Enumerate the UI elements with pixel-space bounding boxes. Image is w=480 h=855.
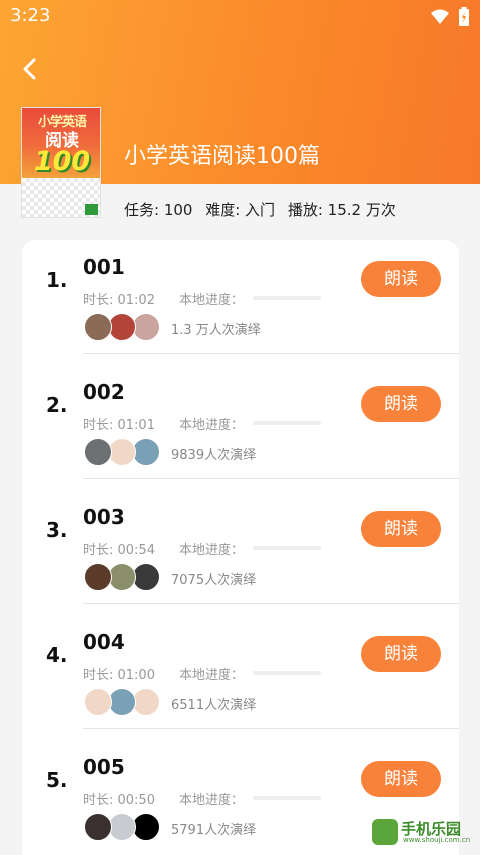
book-title: 小学英语阅读100篇	[124, 144, 320, 169]
difficulty: 难度: 入门	[205, 201, 276, 219]
progress-label: 本地进度：	[179, 543, 245, 558]
avatar[interactable]	[84, 813, 112, 841]
read-aloud-button[interactable]: 朗读	[361, 386, 441, 422]
lesson-duration: 时长: 01:00	[83, 668, 155, 683]
read-aloud-button[interactable]: 朗读	[361, 511, 441, 547]
play-count: 播放: 15.2 万次	[287, 201, 396, 219]
performance-count: 5791人次演绎	[171, 823, 257, 838]
avatar[interactable]	[132, 313, 160, 341]
progress-label: 本地进度：	[179, 293, 245, 308]
lesson-duration: 时长: 01:02	[83, 293, 155, 308]
watermark-url: www.shouji.com.cn	[403, 836, 471, 844]
book-cover: 小学英语 阅读 100	[21, 107, 101, 218]
status-icons	[431, 7, 470, 26]
read-aloud-button[interactable]: 朗读	[361, 636, 441, 672]
lesson-index: 3.	[46, 518, 68, 542]
lesson-index: 1.	[46, 268, 68, 292]
status-bar: 3:23	[0, 0, 480, 34]
divider	[83, 728, 459, 729]
performance-count: 6511人次演绎	[171, 698, 257, 713]
list-item[interactable]: 3. 003 时长: 00:54 本地进度： 7075人次演绎 朗读	[22, 490, 459, 615]
avatar[interactable]	[108, 563, 136, 591]
back-button[interactable]	[14, 52, 48, 86]
avatar[interactable]	[132, 438, 160, 466]
progress-label: 本地进度：	[179, 793, 245, 808]
avatar[interactable]	[108, 813, 136, 841]
progress-bar	[253, 671, 321, 675]
list-item[interactable]: 4. 004 时长: 01:00 本地进度： 6511人次演绎 朗读	[22, 615, 459, 740]
lesson-duration: 时长: 00:54	[83, 543, 155, 558]
avatar[interactable]	[84, 438, 112, 466]
lesson-duration: 时长: 00:50	[83, 793, 155, 808]
watermark: 手机乐园 www.shouji.com.cn	[368, 816, 472, 848]
lesson-title: 002	[83, 380, 125, 404]
avatar[interactable]	[132, 563, 160, 591]
progress-bar	[253, 546, 321, 550]
avatar[interactable]	[84, 563, 112, 591]
divider	[83, 603, 459, 604]
cover-number: 100	[33, 146, 91, 177]
avatar[interactable]	[84, 313, 112, 341]
lesson-title: 004	[83, 630, 125, 654]
wifi-icon	[431, 9, 449, 24]
divider	[83, 478, 459, 479]
progress-bar	[253, 796, 321, 800]
status-time: 3:23	[10, 5, 51, 26]
avatar[interactable]	[108, 438, 136, 466]
lesson-list: 1. 001 时长: 01:02 本地进度： 1.3 万人次演绎 朗读 2. 002 时长: 0…	[22, 240, 459, 855]
chevron-left-icon	[23, 58, 36, 80]
performance-count: 9839人次演绎	[171, 448, 257, 463]
avatar[interactable]	[132, 688, 160, 716]
battery-icon	[459, 7, 469, 26]
performance-count: 7075人次演绎	[171, 573, 257, 588]
performance-count: 1.3 万人次演绎	[171, 323, 261, 338]
avatar[interactable]	[108, 313, 136, 341]
lesson-index: 2.	[46, 393, 68, 417]
progress-bar	[253, 421, 321, 425]
avatar[interactable]	[108, 688, 136, 716]
lesson-title: 005	[83, 755, 125, 779]
lesson-duration: 时长: 01:01	[83, 418, 155, 433]
progress-bar	[253, 296, 321, 300]
watermark-logo-icon	[372, 819, 398, 845]
avatar[interactable]	[132, 813, 160, 841]
read-aloud-button[interactable]: 朗读	[361, 261, 441, 297]
lesson-title: 001	[83, 255, 125, 279]
book-meta: 任务: 100 难度: 入门 播放: 15.2 万次	[124, 199, 404, 220]
cover-publisher-logo	[85, 204, 98, 215]
list-item[interactable]: 1. 001 时长: 01:02 本地进度： 1.3 万人次演绎 朗读	[22, 240, 459, 365]
lesson-title: 003	[83, 505, 125, 529]
avatar[interactable]	[84, 688, 112, 716]
task-count: 任务: 100	[124, 201, 193, 219]
list-item[interactable]: 2. 002 时长: 01:01 本地进度： 9839人次演绎 朗读	[22, 365, 459, 490]
lesson-index: 5.	[46, 768, 68, 792]
progress-label: 本地进度：	[179, 668, 245, 683]
divider	[83, 353, 459, 354]
lesson-index: 4.	[46, 643, 68, 667]
progress-label: 本地进度：	[179, 418, 245, 433]
read-aloud-button[interactable]: 朗读	[361, 761, 441, 797]
